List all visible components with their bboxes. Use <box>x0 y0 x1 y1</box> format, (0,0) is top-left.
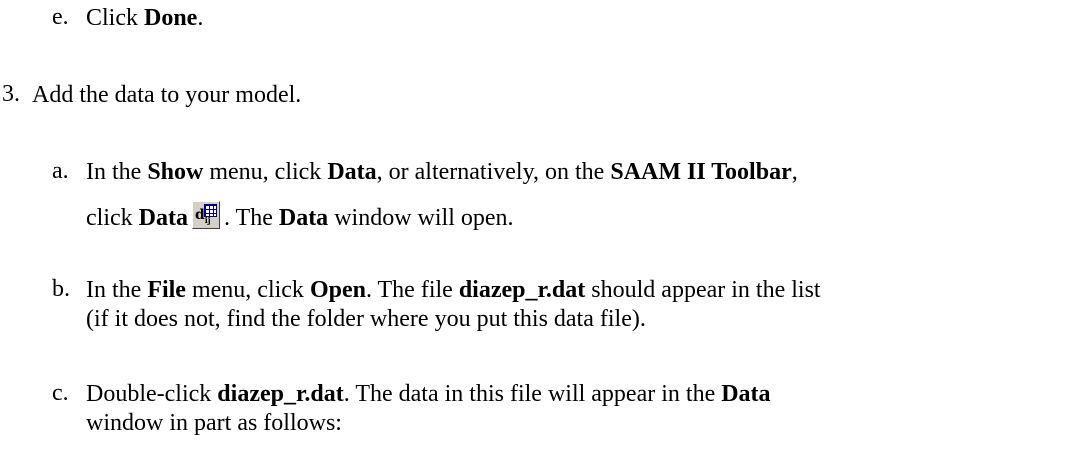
step-a-line2-text-2: . The <box>223 205 279 231</box>
step-a-line2-text-1: click <box>86 205 139 231</box>
step-b-marker: b. <box>52 276 70 302</box>
step-c-marker: c. <box>52 380 69 406</box>
file-menu-term: File <box>147 277 186 303</box>
step-b-text-4: should appear in the list <box>585 277 821 303</box>
step-a-line2-text-3: window will open. <box>328 205 514 231</box>
step-b-text-3: . The file <box>365 277 459 303</box>
data-window-term: Data <box>721 381 771 407</box>
step-3-marker: 3. <box>2 81 20 107</box>
step-a-text-1: In the <box>86 159 148 185</box>
step-c-line-2: window in part as follows: <box>86 410 342 436</box>
saam-toolbar-term: SAAM II Toolbar <box>610 159 792 185</box>
done-term: Done <box>144 5 198 31</box>
step-a-text-4: , <box>791 159 798 185</box>
data-window-term: Data <box>278 205 329 231</box>
filename-term: diazep_r.dat <box>217 381 344 407</box>
step-e-text: Click Done. <box>86 4 203 32</box>
step-a-text-3: , or alternatively, on the <box>376 159 611 185</box>
step-c-text-2: . The data in this file will appear in t… <box>343 381 722 407</box>
show-menu-term: Show <box>147 159 204 185</box>
step-3-text: Add the data to your model. <box>32 82 302 108</box>
step-a-line-1: In the Show menu, click Data, or alterna… <box>86 158 798 186</box>
step-c-line-1: Double-click diazep_r.dat. The data in t… <box>86 380 771 408</box>
step-a-line-2: click Data dij. The Data window will open… <box>86 201 514 232</box>
step-e-text-1: Click <box>86 5 144 31</box>
step-b-text-1: In the <box>86 277 148 303</box>
step-e-text-2: . <box>197 5 204 31</box>
step-b-text-2: menu, click <box>185 277 310 303</box>
step-e-marker: e. <box>52 4 69 30</box>
dij-glyph: dij <box>194 207 211 225</box>
data-button-term: Data <box>138 205 188 231</box>
step-b-line-2: (if it does not, find the folder where y… <box>86 306 646 332</box>
open-term: Open <box>309 277 366 303</box>
filename-term: diazep_r.dat <box>458 277 586 303</box>
step-a-text-2: menu, click <box>203 159 328 185</box>
step-c-text-1: Double-click <box>86 381 218 407</box>
data-window-icon: dij <box>191 201 220 229</box>
data-term: Data <box>327 159 377 185</box>
step-b-line-1: In the File menu, click Open. The file d… <box>86 276 821 304</box>
step-a-marker: a. <box>52 158 69 184</box>
